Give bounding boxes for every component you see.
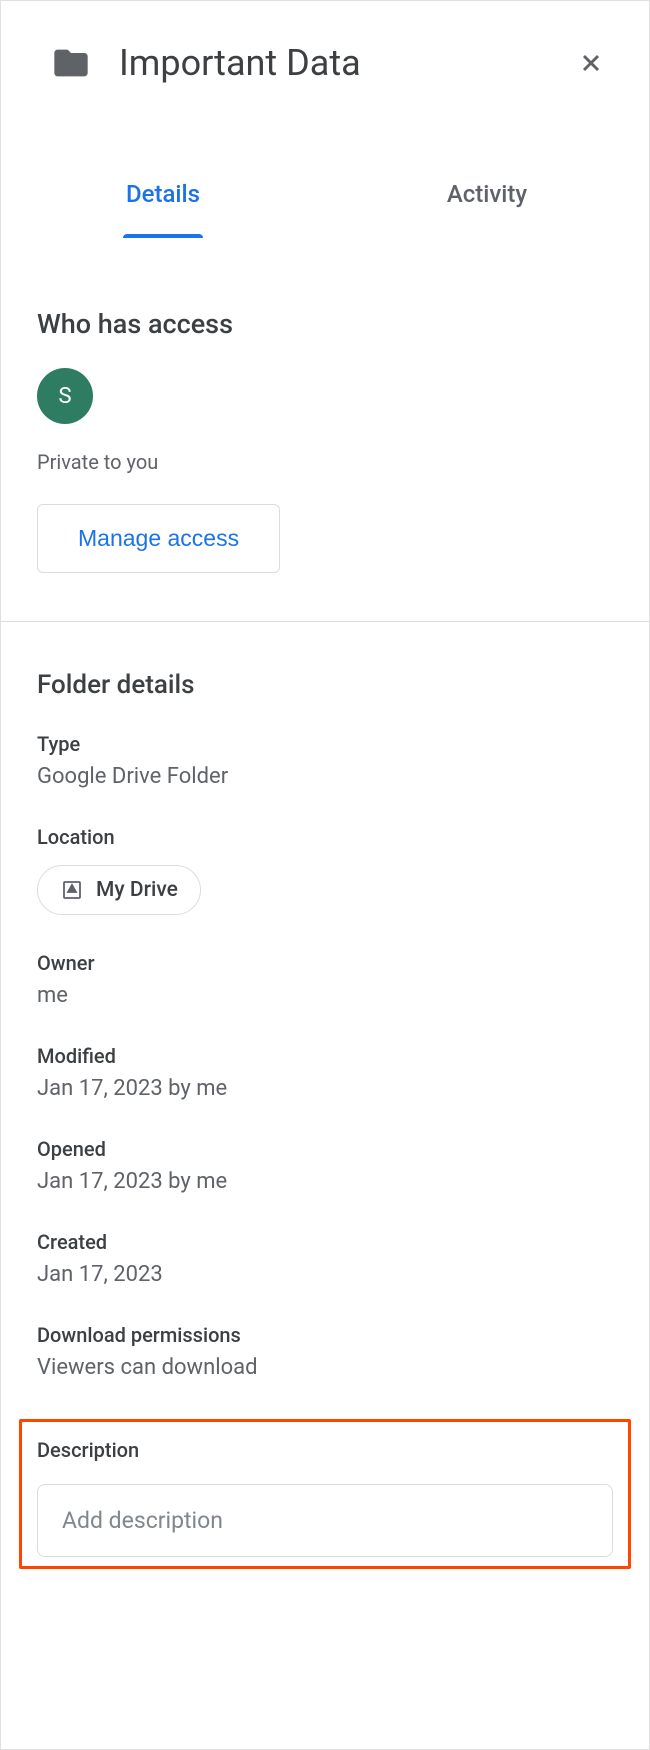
location-label: Location: [37, 825, 613, 849]
tab-activity[interactable]: Activity: [325, 160, 649, 238]
access-section: Who has access S Private to you Manage a…: [1, 238, 649, 621]
location-value: My Drive: [96, 878, 178, 902]
drive-icon: [60, 878, 84, 902]
opened-value: Jan 17, 2023 by me: [37, 1169, 613, 1194]
field-modified: Modified Jan 17, 2023 by me: [37, 1044, 613, 1101]
tabs: Details Activity: [1, 160, 649, 238]
modified-label: Modified: [37, 1044, 613, 1068]
created-value: Jan 17, 2023: [37, 1262, 613, 1287]
description-label: Description: [37, 1438, 613, 1462]
type-value: Google Drive Folder: [37, 764, 613, 789]
access-heading: Who has access: [37, 308, 613, 340]
type-label: Type: [37, 732, 613, 756]
download-permissions-value: Viewers can download: [37, 1355, 613, 1380]
field-created: Created Jan 17, 2023: [37, 1230, 613, 1287]
created-label: Created: [37, 1230, 613, 1254]
folder-icon: [51, 43, 91, 83]
owner-value: me: [37, 983, 613, 1008]
panel-title: Important Data: [119, 42, 541, 84]
opened-label: Opened: [37, 1137, 613, 1161]
access-private-text: Private to you: [37, 450, 613, 474]
field-type: Type Google Drive Folder: [37, 732, 613, 789]
field-opened: Opened Jan 17, 2023 by me: [37, 1137, 613, 1194]
field-location: Location My Drive: [37, 825, 613, 915]
panel-header: Important Data: [1, 1, 649, 105]
field-description: Description: [1, 1438, 649, 1557]
tab-details[interactable]: Details: [1, 160, 325, 238]
modified-value: Jan 17, 2023 by me: [37, 1076, 613, 1101]
owner-label: Owner: [37, 951, 613, 975]
avatar: S: [37, 368, 93, 424]
manage-access-button[interactable]: Manage access: [37, 504, 280, 573]
details-section: Folder details Type Google Drive Folder …: [1, 622, 649, 1416]
location-chip[interactable]: My Drive: [37, 865, 201, 915]
download-permissions-label: Download permissions: [37, 1323, 613, 1347]
details-heading: Folder details: [37, 670, 613, 700]
field-download-permissions: Download permissions Viewers can downloa…: [37, 1323, 613, 1380]
details-panel: Important Data Details Activity Who has …: [1, 1, 649, 1749]
close-button[interactable]: [569, 41, 613, 85]
field-owner: Owner me: [37, 951, 613, 1008]
close-icon: [577, 49, 605, 77]
description-input[interactable]: [37, 1484, 613, 1557]
